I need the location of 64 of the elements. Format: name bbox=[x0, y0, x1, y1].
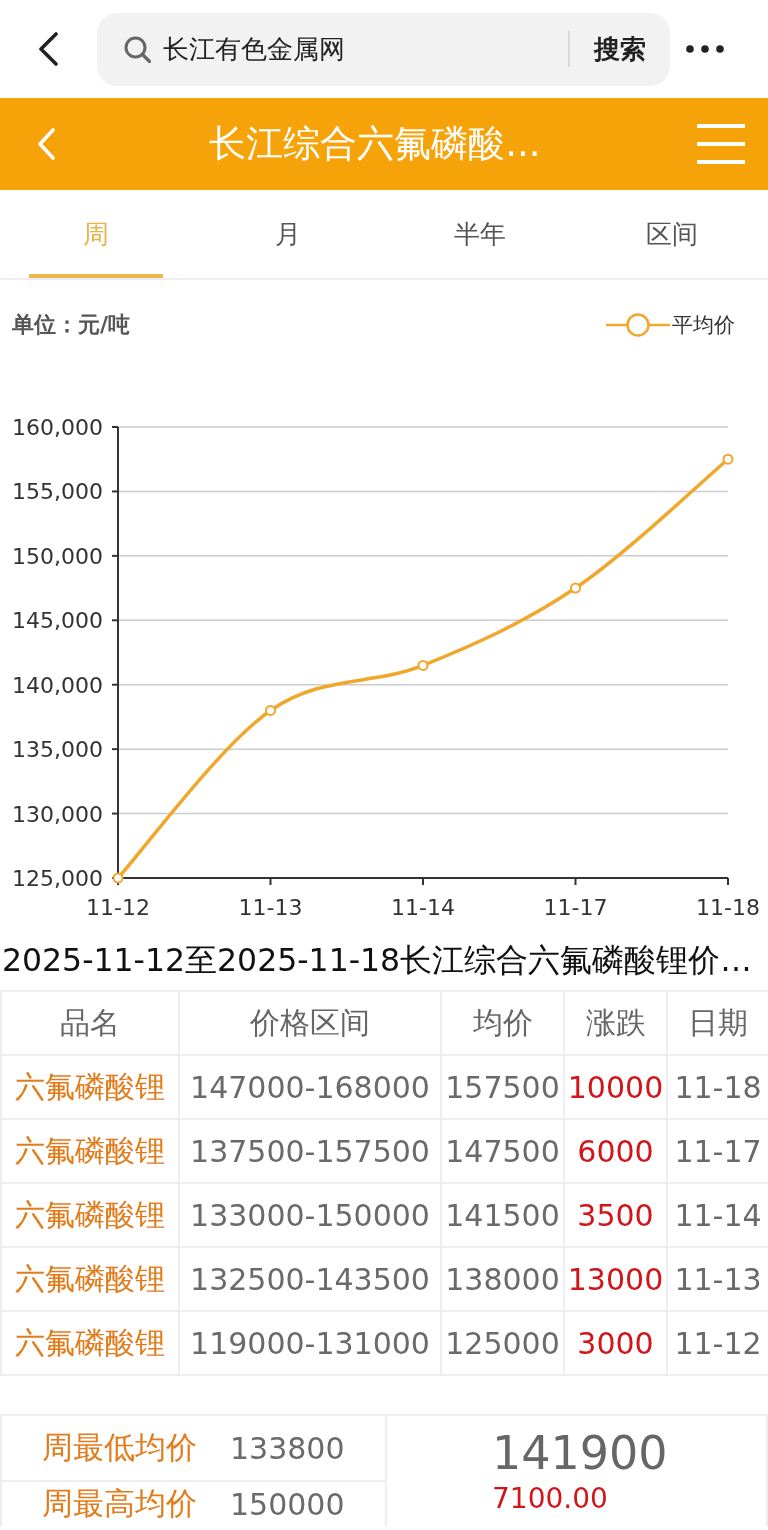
table-caption: 2025-11-12至2025-11-18长江综合六氟磷酸锂价… bbox=[2, 941, 752, 980]
table-cell: 六氟磷酸锂 bbox=[1, 1119, 179, 1183]
x-axis-label: 11-14 bbox=[391, 895, 455, 920]
data-point bbox=[722, 453, 734, 465]
table-cell: 六氟磷酸锂 bbox=[1, 1055, 179, 1119]
x-axis-label: 11-17 bbox=[543, 895, 608, 920]
column-header: 品名 bbox=[1, 991, 179, 1055]
table-cell: 13000 bbox=[564, 1247, 667, 1311]
table-cell: 138000 bbox=[441, 1247, 564, 1311]
table-cell: 133000-150000 bbox=[179, 1183, 441, 1247]
chevron-left-icon bbox=[36, 127, 56, 161]
tab[interactable]: 半年 bbox=[413, 190, 547, 278]
column-header: 涨跌 bbox=[564, 991, 667, 1055]
menu-icon bbox=[697, 124, 745, 164]
y-axis-label: 130,000 bbox=[12, 801, 103, 827]
table-cell: 3500 bbox=[564, 1183, 667, 1247]
table-cell: 3000 bbox=[564, 1311, 667, 1375]
y-axis-label: 155,000 bbox=[12, 479, 103, 505]
data-point bbox=[265, 705, 276, 716]
table-cell: 147500 bbox=[441, 1119, 564, 1183]
search-field[interactable]: 长江有色金属网 bbox=[163, 29, 568, 69]
more-icon bbox=[686, 45, 724, 53]
search-button[interactable]: 搜索 bbox=[570, 21, 670, 77]
table-cell: 137500-157500 bbox=[179, 1119, 441, 1183]
search-bar[interactable]: 长江有色金属网 搜索 bbox=[97, 12, 670, 86]
stat-value: 133800 bbox=[230, 1430, 345, 1466]
table-cell: 六氟磷酸锂 bbox=[1, 1311, 179, 1375]
search-icon bbox=[124, 35, 151, 63]
y-axis-label: 150,000 bbox=[12, 543, 103, 569]
average-price: 141900 bbox=[492, 1425, 669, 1481]
y-axis-label: 145,000 bbox=[12, 608, 103, 634]
chevron-left-icon bbox=[37, 32, 59, 66]
column-header: 均价 bbox=[441, 991, 564, 1055]
column-header: 价格区间 bbox=[179, 991, 441, 1055]
x-axis-label: 11-13 bbox=[238, 895, 303, 920]
table-cell: 六氟磷酸锂 bbox=[1, 1183, 179, 1247]
data-point bbox=[417, 659, 429, 671]
x-axis-label: 11-18 bbox=[696, 895, 760, 920]
x-axis-label: 11-12 bbox=[86, 895, 150, 920]
table-cell: 125000 bbox=[441, 1311, 564, 1375]
table-cell: 132500-143500 bbox=[179, 1247, 441, 1311]
stat-label: 周最低均价 bbox=[42, 1428, 198, 1467]
table-cell: 10000 bbox=[564, 1055, 667, 1119]
unit-label: 单位：元/吨 bbox=[12, 311, 131, 339]
data-point bbox=[112, 872, 124, 884]
legend-label: 平均价 bbox=[672, 312, 735, 339]
y-axis-label: 160,000 bbox=[12, 415, 103, 440]
table-cell: 6000 bbox=[564, 1119, 667, 1183]
table-cell: 141500 bbox=[441, 1183, 564, 1247]
data-point bbox=[570, 582, 581, 594]
price-change: 7100.00 bbox=[492, 1481, 609, 1517]
page-title: 长江综合六氟磷酸... bbox=[208, 121, 542, 167]
stat-value: 150000 bbox=[230, 1486, 345, 1522]
table-cell: 六氟磷酸锂 bbox=[1, 1247, 179, 1311]
tab[interactable]: 区间 bbox=[605, 190, 739, 278]
column-header: 日期 bbox=[667, 991, 768, 1055]
tab[interactable]: 月 bbox=[221, 190, 355, 278]
table-cell: 119000-131000 bbox=[179, 1311, 441, 1375]
stat-label: 周最高均价 bbox=[42, 1484, 198, 1523]
y-axis-label: 135,000 bbox=[12, 737, 103, 763]
y-axis-label: 140,000 bbox=[12, 672, 103, 698]
table-cell: 147000-168000 bbox=[179, 1055, 441, 1119]
table-cell: 157500 bbox=[441, 1055, 564, 1119]
y-axis-label: 125,000 bbox=[12, 866, 103, 891]
